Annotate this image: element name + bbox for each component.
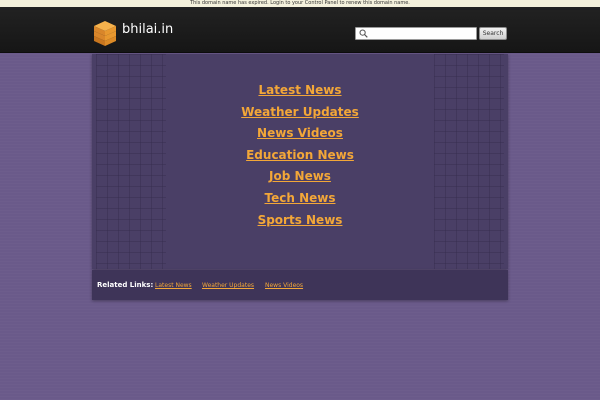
header-bar: bhilai.in Search xyxy=(0,7,600,53)
related-link-news-videos[interactable]: News Videos xyxy=(265,282,303,289)
link-news-videos[interactable]: News Videos xyxy=(92,123,508,145)
stacked-boxes-icon xyxy=(94,21,116,46)
link-job-news[interactable]: Job News xyxy=(92,166,508,188)
related-link-latest-news[interactable]: Latest News xyxy=(155,282,192,289)
link-sports-news[interactable]: Sports News xyxy=(92,210,508,232)
content-panel: Latest News Weather Updates News Videos … xyxy=(92,54,508,269)
search-button[interactable]: Search xyxy=(479,27,507,40)
link-latest-news[interactable]: Latest News xyxy=(92,80,508,102)
search-icon xyxy=(359,29,368,38)
search-input[interactable] xyxy=(370,28,475,39)
link-tech-news[interactable]: Tech News xyxy=(92,188,508,210)
expired-domain-notice: This domain name has expired. Login to y… xyxy=(0,0,600,7)
related-links-bar: Related Links: Latest News Weather Updat… xyxy=(92,270,508,300)
related-links-label: Related Links: xyxy=(97,281,154,289)
link-weather-updates[interactable]: Weather Updates xyxy=(92,102,508,124)
main-link-list: Latest News Weather Updates News Videos … xyxy=(92,80,508,231)
search-box xyxy=(355,27,477,40)
link-education-news[interactable]: Education News xyxy=(92,145,508,167)
site-name[interactable]: bhilai.in xyxy=(122,22,173,38)
related-link-weather-updates[interactable]: Weather Updates xyxy=(202,282,254,289)
